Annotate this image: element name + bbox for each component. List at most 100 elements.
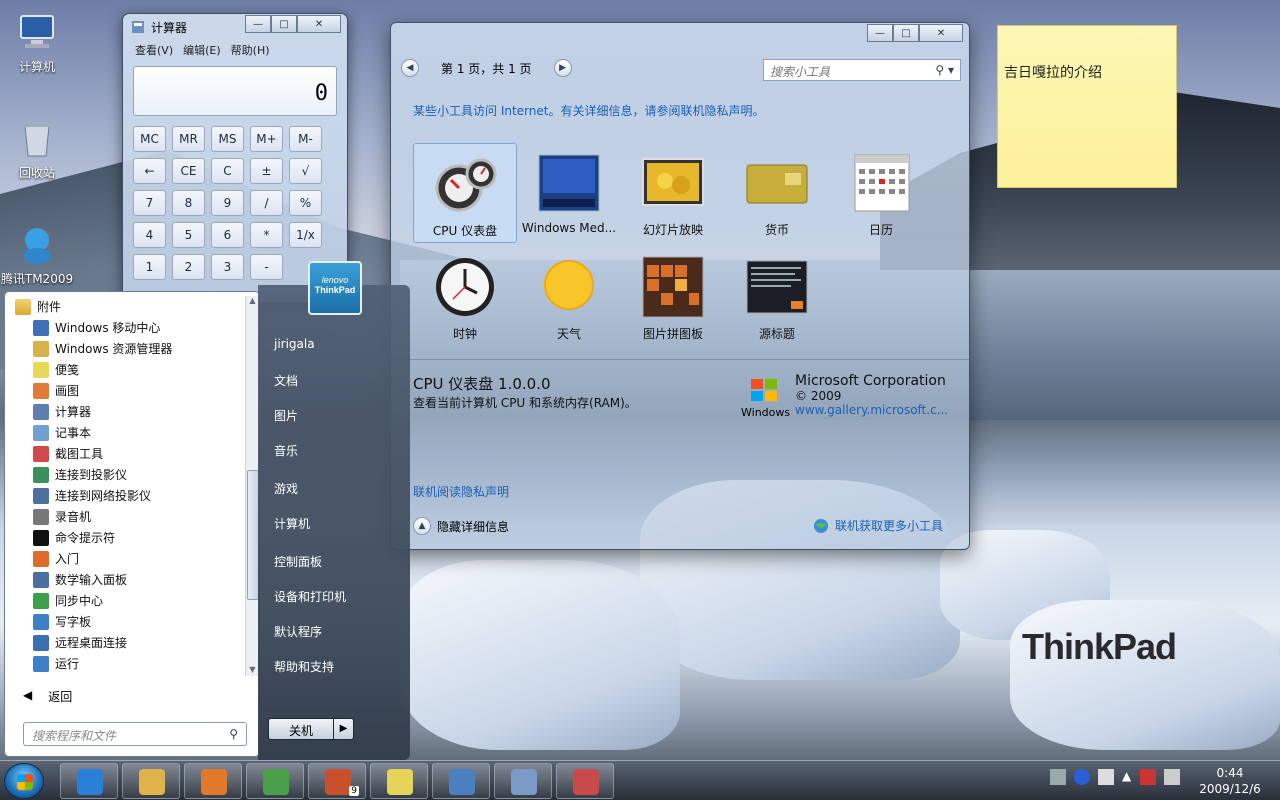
minimize-button[interactable]: — — [245, 15, 271, 33]
program-list-item[interactable]: 便笺 — [11, 359, 243, 380]
calculator-key[interactable]: / — [250, 190, 283, 216]
start-menu-link[interactable]: 帮助和支持 — [274, 658, 334, 675]
hide-details-button[interactable]: ▲ 隐藏详细信息 — [413, 517, 509, 535]
start-menu[interactable]: 附件 Windows 移动中心 Windows 资源管理器 便笺 画图 计算器 记事本 截图… — [0, 261, 410, 760]
calculator-key[interactable]: M- — [289, 126, 322, 152]
get-more-gadgets-link[interactable]: 联机获取更多小工具 — [813, 517, 943, 534]
program-list-item[interactable]: 计算器 — [11, 401, 243, 422]
program-list-item[interactable]: 同步中心 — [11, 590, 243, 611]
next-page-button[interactable]: ▶ — [553, 59, 572, 77]
calculator-key[interactable]: ± — [250, 158, 283, 184]
show-hidden-icons-icon[interactable]: ▲ — [1122, 769, 1132, 785]
close-button[interactable]: ✕ — [297, 15, 341, 33]
start-menu-link[interactable]: 设备和打印机 — [274, 588, 346, 605]
back-button[interactable]: ◀ 返回 — [23, 688, 72, 705]
desktop-icon-qq[interactable]: 腾讯TM2009 — [0, 222, 74, 287]
shutdown-button[interactable]: 关机 — [268, 718, 334, 740]
calculator-key[interactable]: CE — [172, 158, 205, 184]
minimize-button[interactable]: — — [867, 24, 893, 42]
internet-notice-link[interactable]: 某些小工具访问 Internet。有关详细信息，请参阅联机隐私声明。 — [413, 102, 764, 119]
calculator-key[interactable]: MC — [133, 126, 166, 152]
start-menu-link[interactable]: 文档 — [274, 372, 298, 389]
gadget-item-puzzle[interactable]: 图片拼图板 — [621, 247, 725, 347]
calculator-key[interactable]: 9 — [211, 190, 244, 216]
calculator-key[interactable]: MS — [211, 126, 244, 152]
start-menu-link[interactable]: 游戏 — [274, 480, 298, 497]
sticky-note-text[interactable]: 吉日嘎拉的介绍 — [1004, 65, 1102, 81]
program-list-item[interactable]: 入门 — [11, 548, 243, 569]
start-menu-link[interactable]: jirigala — [274, 337, 315, 351]
taskbar-button[interactable] — [60, 763, 118, 799]
program-list-item[interactable]: 运行 — [11, 653, 243, 674]
calculator-key[interactable]: 5 — [172, 222, 205, 248]
start-search-input[interactable]: 搜索程序和文件 ⚲ — [23, 722, 247, 746]
program-list-item[interactable]: 写字板 — [11, 611, 243, 632]
program-list-item[interactable]: 录音机 — [11, 506, 243, 527]
search-icon[interactable]: ⚲ ▾ — [935, 63, 954, 77]
desktop-icon-recycle-bin[interactable]: 回收站 — [0, 116, 74, 181]
calculator-key[interactable]: * — [250, 222, 283, 248]
calculator-key[interactable]: √ — [289, 158, 322, 184]
gadget-item-cpu[interactable]: CPU 仪表盘 — [413, 143, 517, 243]
gadget-search-input[interactable]: 搜索小工具 ⚲ ▾ — [763, 59, 961, 81]
menu-help[interactable]: 帮助(H) — [231, 42, 270, 58]
gadget-item-weather[interactable]: 天气 — [517, 247, 621, 347]
calculator-window[interactable]: 计算器 — □ ✕ 查看(V) 编辑(E) 帮助(H) 0 MC MR MS M+ M-… — [122, 13, 348, 303]
calculator-key[interactable]: ← — [133, 158, 166, 184]
gadget-item-feed-headlines[interactable]: 源标题 — [725, 247, 829, 347]
user-picture[interactable]: lenovo ThinkPad — [308, 261, 362, 315]
program-list-item[interactable]: 连接到网络投影仪 — [11, 485, 243, 506]
privacy-statement-link[interactable]: 联机阅读隐私声明 — [413, 483, 509, 500]
taskbar-clock[interactable]: 0:44 2009/12/6 — [1192, 765, 1268, 797]
prev-page-button[interactable]: ◀ — [401, 59, 419, 77]
program-list-item[interactable]: 数学输入面板 — [11, 569, 243, 590]
program-list-item[interactable]: 截图工具 — [11, 443, 243, 464]
program-list-scrollbar[interactable]: ▲ ▼ — [245, 296, 259, 676]
calculator-key[interactable]: 2 — [172, 254, 205, 280]
help-icon[interactable] — [1074, 769, 1090, 785]
start-menu-link[interactable]: 默认程序 — [274, 623, 322, 640]
start-menu-link[interactable]: 图片 — [274, 407, 298, 424]
taskbar-button[interactable] — [184, 763, 242, 799]
maximize-button[interactable]: □ — [271, 15, 297, 33]
calculator-key[interactable]: % — [289, 190, 322, 216]
gadget-item-slideshow[interactable]: 幻灯片放映 — [621, 143, 725, 243]
calculator-key[interactable]: 6 — [211, 222, 244, 248]
desktop-icon-computer[interactable]: 计算机 — [0, 10, 74, 75]
calculator-key[interactable]: - — [250, 254, 283, 280]
close-button[interactable]: ✕ — [919, 24, 963, 42]
calculator-key[interactable]: M+ — [250, 126, 283, 152]
keyboard-icon[interactable] — [1050, 769, 1066, 785]
program-list-item[interactable]: 画图 — [11, 380, 243, 401]
publisher-link[interactable]: www.gallery.microsoft.c... — [795, 403, 948, 417]
taskbar-button[interactable] — [370, 763, 428, 799]
calculator-key[interactable]: 3 — [211, 254, 244, 280]
network-icon[interactable] — [1140, 769, 1156, 785]
program-list-item[interactable]: Windows 移动中心 — [11, 317, 243, 338]
program-list-item[interactable]: 命令提示符 — [11, 527, 243, 548]
calculator-key[interactable]: 1/x — [289, 222, 322, 248]
program-list-item[interactable]: 连接到投影仪 — [11, 464, 243, 485]
calculator-key[interactable]: 4 — [133, 222, 166, 248]
taskbar-button[interactable] — [122, 763, 180, 799]
taskbar-button[interactable] — [246, 763, 304, 799]
shutdown-options-button[interactable]: ▶ — [334, 718, 354, 740]
calculator-key[interactable]: 8 — [172, 190, 205, 216]
start-button[interactable] — [4, 763, 44, 799]
taskbar-button[interactable]: 9 — [308, 763, 366, 799]
input-method-icon[interactable] — [1098, 769, 1114, 785]
gadget-item-currency[interactable]: 货币 — [725, 143, 829, 243]
calculator-key[interactable]: MR — [172, 126, 205, 152]
menu-view[interactable]: 查看(V) — [135, 42, 173, 58]
start-menu-link[interactable]: 计算机 — [274, 515, 310, 532]
program-list-item[interactable]: Windows 资源管理器 — [11, 338, 243, 359]
taskbar-button[interactable] — [494, 763, 552, 799]
calculator-key[interactable]: C — [211, 158, 244, 184]
program-list-item[interactable]: 远程桌面连接 — [11, 632, 243, 653]
gadget-item-calendar[interactable]: 日历 — [829, 143, 933, 243]
sticky-note[interactable]: 吉日嘎拉的介绍 — [997, 25, 1177, 188]
start-menu-link[interactable]: 音乐 — [274, 442, 298, 459]
calculator-key[interactable]: 1 — [133, 254, 166, 280]
taskbar-button[interactable] — [432, 763, 490, 799]
maximize-button[interactable]: □ — [893, 24, 919, 42]
